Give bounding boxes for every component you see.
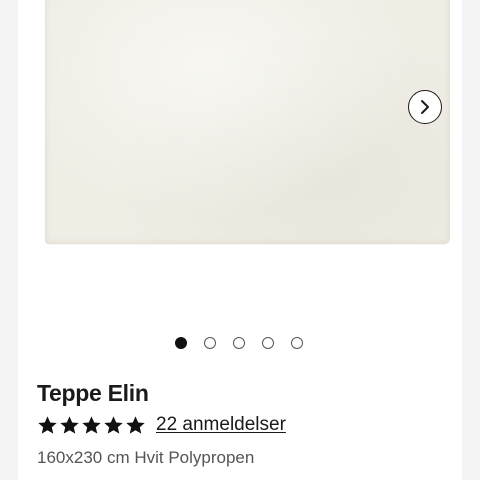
star-icon	[38, 415, 57, 434]
carousel-next-button[interactable]	[408, 90, 442, 124]
product-image	[45, 0, 450, 244]
carousel-dot-3[interactable]	[233, 337, 245, 349]
right-page-edge	[462, 0, 480, 480]
carousel-dot-1[interactable]	[175, 337, 187, 349]
carousel-dot-2[interactable]	[204, 337, 216, 349]
star-icon	[126, 415, 145, 434]
carousel-dot-4[interactable]	[262, 337, 274, 349]
carousel-pagination	[175, 337, 303, 349]
star-rating	[37, 415, 146, 436]
chevron-right-icon	[421, 100, 429, 114]
star-icon	[104, 415, 123, 434]
product-image-carousel[interactable]	[18, 0, 462, 320]
left-page-edge	[0, 0, 18, 480]
product-title: Teppe Elin	[37, 380, 149, 406]
carousel-dot-5[interactable]	[291, 337, 303, 349]
reviews-link[interactable]: 22 anmeldelser	[156, 414, 286, 436]
star-icon	[60, 415, 79, 434]
star-icon	[82, 415, 101, 434]
product-description: 160x230 cm Hvit Polypropen	[37, 448, 255, 467]
product-page: Teppe Elin 22 anmeldelser 160x230 cm Hvi…	[0, 0, 480, 480]
rating-row: 22 anmeldelser	[37, 411, 286, 439]
